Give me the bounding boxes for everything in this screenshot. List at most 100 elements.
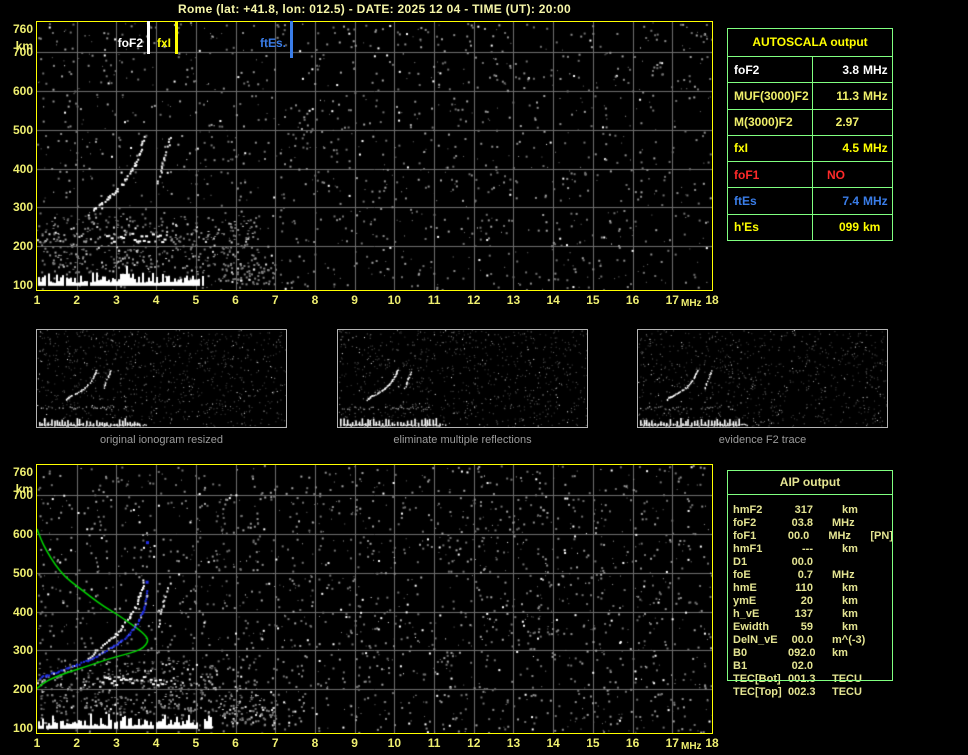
table-row: foE0.7MHz — [727, 569, 893, 582]
param-value: 03.8 — [788, 517, 813, 530]
x-axis-unit: MHz — [681, 298, 702, 309]
x-tick-label: 15 — [578, 737, 608, 750]
table-row: TEC[Top]002.3TECU — [727, 686, 893, 699]
y-tick-label: 200 — [2, 240, 33, 253]
x-tick-label: 7 — [260, 737, 290, 750]
value-unit — [832, 556, 874, 569]
y-tick-label: 400 — [2, 163, 33, 176]
x-tick-label: 12 — [459, 294, 489, 307]
value-number: 11.3 — [813, 89, 859, 103]
param-label: M(3000)F2 — [728, 110, 813, 135]
y-tick-label: 760 — [2, 23, 33, 36]
table-row: D100.0 — [727, 556, 893, 569]
thumbnail-caption: original ionogram resized — [36, 433, 287, 447]
param-label: MUF(3000)F2 — [728, 83, 813, 108]
param-value: --- — [788, 543, 823, 556]
autoscala-table-rows: foF2 3.8MHz MUF(3000)F2 11.3MHz M(3000)F… — [728, 57, 892, 240]
table-row: h_vE137km — [727, 608, 893, 621]
table-row: B102.0 — [727, 660, 893, 673]
page-title: Rome (lat: +41.8, lon: 012.5) - DATE: 20… — [36, 2, 713, 16]
value-unit: TECU — [832, 673, 874, 686]
x-tick-label: 10 — [379, 294, 409, 307]
param-label: foE — [727, 569, 788, 582]
param-label: hmF1 — [727, 543, 788, 556]
y-tick-label: 600 — [2, 528, 33, 541]
param-value: 59 — [788, 621, 823, 634]
value-unit: km — [842, 595, 884, 608]
param-value: 11.3MHz — [813, 83, 892, 108]
aip-table-title: AIP output — [727, 470, 893, 495]
param-value: 7.4MHz — [813, 188, 892, 213]
x-tick-label: 4 — [141, 294, 171, 307]
y-tick-label: 300 — [2, 201, 33, 214]
x-tick-label: 4 — [141, 737, 171, 750]
table-row: hmF1---km — [727, 543, 893, 556]
aip-ionogram-canvas — [37, 465, 712, 733]
x-tick-label: 1 — [22, 294, 52, 307]
value-number: 099 — [813, 220, 859, 234]
autoscala-ionogram-plot — [36, 21, 713, 291]
x-tick-label: 8 — [300, 294, 330, 307]
param-label: ymE — [727, 595, 788, 608]
x-tick-label: 9 — [340, 737, 370, 750]
table-row: Ewidth59km — [727, 621, 893, 634]
thumbnail-caption: eliminate multiple reflections — [337, 433, 588, 447]
y-tick-label: 600 — [2, 85, 33, 98]
marker-line-fxI — [175, 21, 178, 54]
value-unit: km — [832, 647, 874, 660]
param-label: h_vE — [727, 608, 788, 621]
table-row: fxI 4.5MHz — [728, 136, 892, 162]
y-tick-label: 700 — [2, 489, 33, 502]
value-unit: MHz — [828, 530, 868, 543]
x-tick-label: 15 — [578, 294, 608, 307]
table-row: B0092.0km — [727, 647, 893, 660]
y-tick-label: 500 — [2, 124, 33, 137]
y-tick-label: 100 — [2, 722, 33, 735]
autoscala-output-table: AUTOSCALA output foF2 3.8MHz MUF(3000)F2… — [727, 28, 893, 241]
x-tick-label: 3 — [101, 737, 131, 750]
param-label: foF2 — [728, 57, 813, 82]
marker-line-ftEs — [290, 21, 293, 58]
y-tick-label: 100 — [2, 279, 33, 292]
x-tick-label: 11 — [419, 737, 449, 750]
table-row: hmF2317km — [727, 504, 893, 517]
param-value: 001.3 — [788, 673, 813, 686]
param-value: 110 — [788, 582, 823, 595]
value-unit: MHz — [859, 89, 888, 103]
value-number: 3.8 — [813, 63, 859, 77]
value-unit: m^(-3) — [832, 634, 874, 647]
param-label: B1 — [727, 660, 788, 673]
value-unit: MHz — [859, 194, 888, 208]
value-number: 4.5 — [813, 141, 859, 155]
value-flag: [PN] — [870, 530, 893, 543]
marker-label-fxI: fxI — [113, 36, 171, 50]
x-tick-label: 10 — [379, 737, 409, 750]
table-row: M(3000)F2 2.97 — [728, 110, 892, 136]
autoscala-table-title: AUTOSCALA output — [728, 29, 892, 57]
value-unit: TECU — [832, 686, 874, 699]
param-value: 2.97 — [813, 110, 892, 135]
param-label: Ewidth — [727, 621, 788, 634]
table-row: hmE110 km — [727, 582, 893, 595]
table-row: ftEs 7.4MHz — [728, 188, 892, 214]
thumbnail-canvas — [338, 330, 587, 427]
y-tick-label: 700 — [2, 46, 33, 59]
param-value: 317 — [788, 504, 823, 517]
param-value: 4.5MHz — [813, 136, 892, 161]
param-label: hmE — [727, 582, 788, 595]
x-tick-label: 3 — [101, 294, 131, 307]
thumbnail-evidence-f2-trace — [637, 329, 888, 428]
autoscala-ionogram-canvas — [37, 22, 712, 290]
param-label: hmF2 — [727, 504, 788, 517]
x-tick-label: 9 — [340, 294, 370, 307]
table-row: foF1 NO — [728, 162, 892, 188]
param-label: D1 — [727, 556, 788, 569]
param-value: 02.0 — [788, 660, 813, 673]
thumbnail-caption: evidence F2 trace — [637, 433, 888, 447]
value-unit: km — [859, 220, 880, 234]
marker-label-ftEs: ftEs. — [228, 36, 286, 50]
table-row: foF203.8MHz — [727, 517, 893, 530]
x-tick-label: 7 — [260, 294, 290, 307]
value-unit: km — [842, 582, 884, 595]
value-number: 2.97 — [813, 115, 859, 129]
